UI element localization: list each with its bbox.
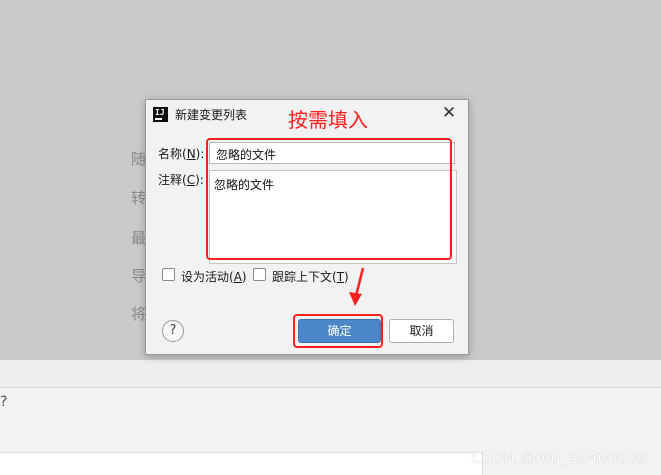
intellij-idea-icon: IJ [153, 107, 168, 122]
set-active-label[interactable]: 设为活动(A) [181, 268, 247, 285]
background-label: 最 [131, 229, 147, 247]
background-band [0, 360, 661, 388]
background-label: 导 [131, 267, 147, 285]
annotation-box-fields [206, 138, 452, 260]
annotation-hint: 按需填入 [288, 108, 368, 132]
annotation-arrow-icon [349, 267, 365, 306]
track-context-label[interactable]: 跟踪上下文(T) [272, 268, 349, 285]
background-label: 转 [131, 189, 147, 207]
annotation-box-ok [293, 314, 383, 348]
watermark: CSDN @m0_59406039 [471, 449, 647, 467]
name-label: 名称(N): [158, 147, 205, 161]
background-label: 随 [131, 150, 147, 168]
background-input-field [0, 452, 483, 475]
track-context-checkbox[interactable] [253, 268, 266, 281]
background-question-text: ? [0, 394, 8, 410]
set-active-checkbox[interactable] [162, 268, 175, 281]
dialog-title: 新建变更列表 [175, 108, 248, 122]
help-button[interactable]: ? [162, 320, 184, 342]
cancel-button[interactable]: 取消 [389, 319, 454, 343]
note-label: 注释(C): [158, 173, 204, 187]
close-button[interactable]: ✕ [440, 104, 458, 122]
background-label: 将 [131, 305, 147, 323]
